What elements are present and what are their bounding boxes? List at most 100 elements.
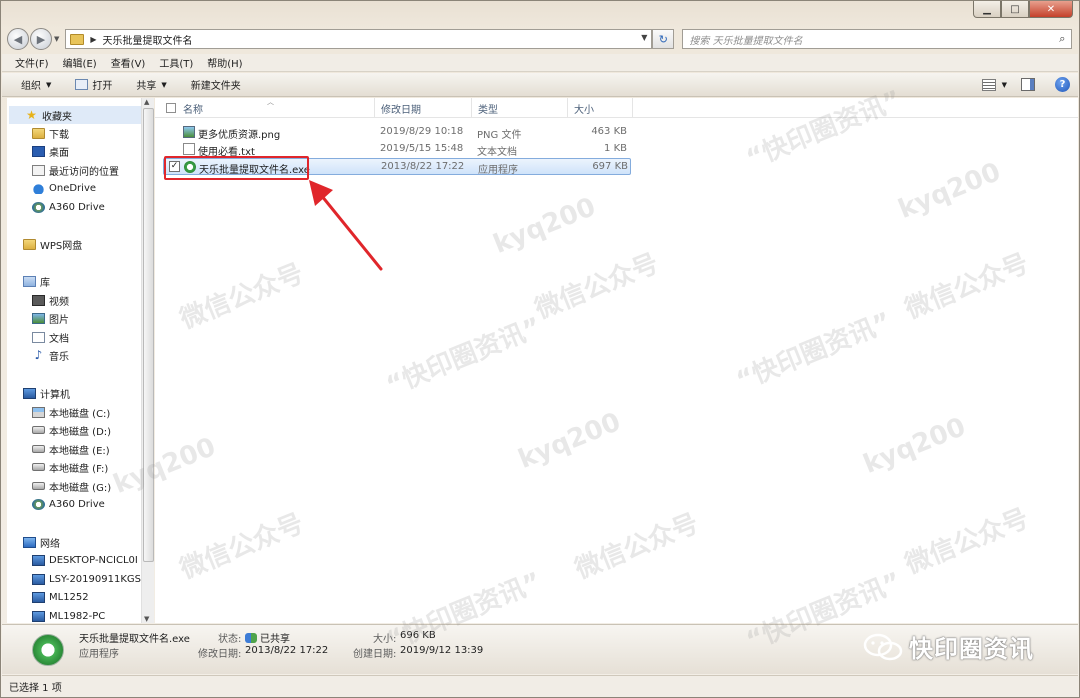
document-icon (32, 331, 45, 343)
scrollbar-thumb[interactable] (143, 108, 154, 562)
details-status-label: 状态: (218, 634, 242, 645)
organize-button[interactable]: 组织 ▼ (21, 77, 51, 93)
sidebar-item-network-pc[interactable]: DESKTOP-NCICL0I (7, 551, 138, 569)
sidebar-item-label: DESKTOP-NCICL0I (49, 554, 138, 566)
select-all-checkbox[interactable] (166, 103, 176, 113)
search-input[interactable]: 搜索 天乐批量提取文件名 ⌕ (682, 29, 1073, 49)
sidebar-item-documents[interactable]: 文档 (7, 328, 69, 346)
menu-tools[interactable]: 工具(T) (159, 55, 193, 70)
help-icon[interactable]: ? (1055, 77, 1070, 92)
sidebar-item-computer[interactable]: 计算机 (7, 384, 70, 402)
details-created-value: 2019/9/12 13:39 (400, 645, 484, 656)
breadcrumb-chevron-icon[interactable]: ▶ (90, 35, 96, 44)
forward-button[interactable]: ▶ (30, 28, 52, 50)
sidebar-scrollbar[interactable]: ▲ ▼ (141, 98, 154, 623)
sidebar-item-label: LSY-20190911KGS (49, 573, 142, 585)
sidebar-item-drive-g[interactable]: 本地磁盘 (G:) (7, 477, 111, 495)
menu-file[interactable]: 文件(F) (15, 55, 49, 70)
shared-users-icon (245, 633, 257, 643)
sidebar-item-favorites[interactable]: ★ 收藏夹 (9, 106, 143, 124)
sidebar-item-libraries[interactable]: 库 (7, 272, 50, 290)
file-type: 文本文档 (477, 147, 517, 158)
sidebar-item-downloads[interactable]: 下载 (7, 124, 69, 142)
sidebar-item-a360[interactable]: A360 Drive (7, 198, 105, 216)
column-type[interactable]: 类型 (472, 98, 568, 118)
sidebar-item-network-pc[interactable]: ML1252 (7, 588, 89, 606)
sidebar-item-label: 桌面 (49, 147, 69, 159)
sidebar-item-network-pc[interactable]: LSY-20190911KGS (7, 570, 141, 588)
caption-buttons: ▁ □ ✕ (973, 1, 1073, 18)
column-label: 大小 (574, 104, 594, 116)
network-computer-icon (32, 573, 45, 585)
minimize-button[interactable]: ▁ (973, 1, 1001, 18)
menu-view[interactable]: 查看(V) (111, 55, 146, 70)
breadcrumb-current[interactable]: 天乐批量提取文件名 (103, 32, 193, 47)
open-label: 打开 (92, 81, 113, 92)
network-icon (23, 536, 36, 548)
sidebar-item-drive-d[interactable]: 本地磁盘 (D:) (7, 421, 111, 439)
menu-bar: 文件(F) 编辑(E) 查看(V) 工具(T) 帮助(H) (2, 54, 1078, 72)
sidebar-item-music[interactable]: ♪ 音乐 (7, 346, 69, 364)
share-button[interactable]: 共享 ▼ (136, 77, 166, 93)
column-modified[interactable]: 修改日期 (375, 98, 472, 118)
view-mode-icon[interactable] (981, 78, 996, 91)
sidebar-item-label: A360 Drive (49, 498, 105, 510)
open-button[interactable]: 打开 (75, 77, 112, 92)
sidebar-item-recent[interactable]: 最近访问的位置 (7, 161, 119, 179)
sidebar-item-pictures[interactable]: 图片 (7, 309, 69, 327)
recycle-app-icon: ♻ (32, 634, 64, 666)
sidebar-item-label: 下载 (49, 129, 69, 141)
music-note-icon: ♪ (34, 347, 43, 362)
cloud-icon (32, 182, 45, 194)
sidebar-item-videos[interactable]: 视频 (7, 291, 69, 309)
refresh-button[interactable]: ↻ (652, 29, 675, 49)
close-button[interactable]: ✕ (1029, 1, 1073, 18)
file-row[interactable]: 更多优质资源.png 2019/8/29 10:18 PNG 文件 463 KB (163, 124, 631, 141)
network-computer-icon (32, 554, 45, 566)
sidebar-item-wps[interactable]: WPS网盘 (7, 235, 82, 253)
video-icon (32, 294, 45, 306)
sidebar-item-drive-e[interactable]: 本地磁盘 (E:) (7, 440, 110, 458)
drive-icon (32, 445, 45, 453)
column-size[interactable]: 大小 (568, 98, 633, 118)
scroll-up-icon[interactable]: ▲ (144, 98, 149, 106)
sidebar-item-drive-f[interactable]: 本地磁盘 (F:) (7, 458, 108, 476)
sidebar-item-drive-c[interactable]: 本地磁盘 (C:) (7, 403, 110, 421)
sidebar-item-network[interactable]: 网络 (7, 533, 60, 551)
sidebar-item-label: 本地磁盘 (D:) (49, 426, 112, 438)
sidebar-item-label: 音乐 (49, 351, 69, 363)
library-icon (23, 275, 36, 287)
sidebar-item-label: 视频 (49, 296, 69, 308)
search-icon[interactable]: ⌕ (1059, 32, 1065, 46)
sidebar-item-label: 图片 (49, 314, 69, 326)
back-button[interactable]: ◀ (7, 28, 29, 50)
maximize-button[interactable]: □ (1001, 1, 1029, 18)
column-name[interactable]: 名称 (177, 98, 375, 118)
column-label: 类型 (478, 104, 498, 116)
view-dropdown-icon[interactable]: ▼ (1002, 81, 1007, 89)
sidebar-item-network-pc[interactable]: ML1982-PC (7, 607, 105, 623)
recent-pages-dropdown[interactable]: ▼ (54, 35, 59, 43)
menu-help[interactable]: 帮助(H) (207, 55, 242, 70)
computer-icon (23, 387, 36, 399)
organize-label: 组织 (21, 81, 41, 92)
preview-pane-icon[interactable] (1021, 78, 1035, 91)
annotation-arrow-icon (309, 180, 383, 271)
sidebar-item-label: 本地磁盘 (C:) (49, 408, 111, 420)
open-icon (75, 79, 89, 90)
new-folder-button[interactable]: 新建文件夹 (191, 77, 241, 92)
sidebar-item-desktop[interactable]: 桌面 (7, 142, 69, 160)
file-size: 463 KB (591, 126, 627, 137)
network-computer-icon (32, 610, 45, 622)
sidebar-item-label: ML1982-PC (49, 610, 106, 622)
address-dropdown-icon[interactable]: ▼ (641, 33, 647, 42)
sidebar-item-a360-2[interactable]: A360 Drive (7, 495, 105, 513)
star-icon: ★ (26, 107, 37, 122)
new-folder-label: 新建文件夹 (190, 81, 241, 92)
drive-icon (32, 482, 45, 490)
scroll-down-icon[interactable]: ▼ (144, 615, 149, 623)
address-bar[interactable]: ▶ 天乐批量提取文件名 ▼ (65, 29, 653, 49)
sidebar-item-onedrive[interactable]: OneDrive (7, 179, 96, 197)
menu-edit[interactable]: 编辑(E) (63, 55, 97, 70)
wps-cloud-folder-icon (23, 238, 36, 250)
